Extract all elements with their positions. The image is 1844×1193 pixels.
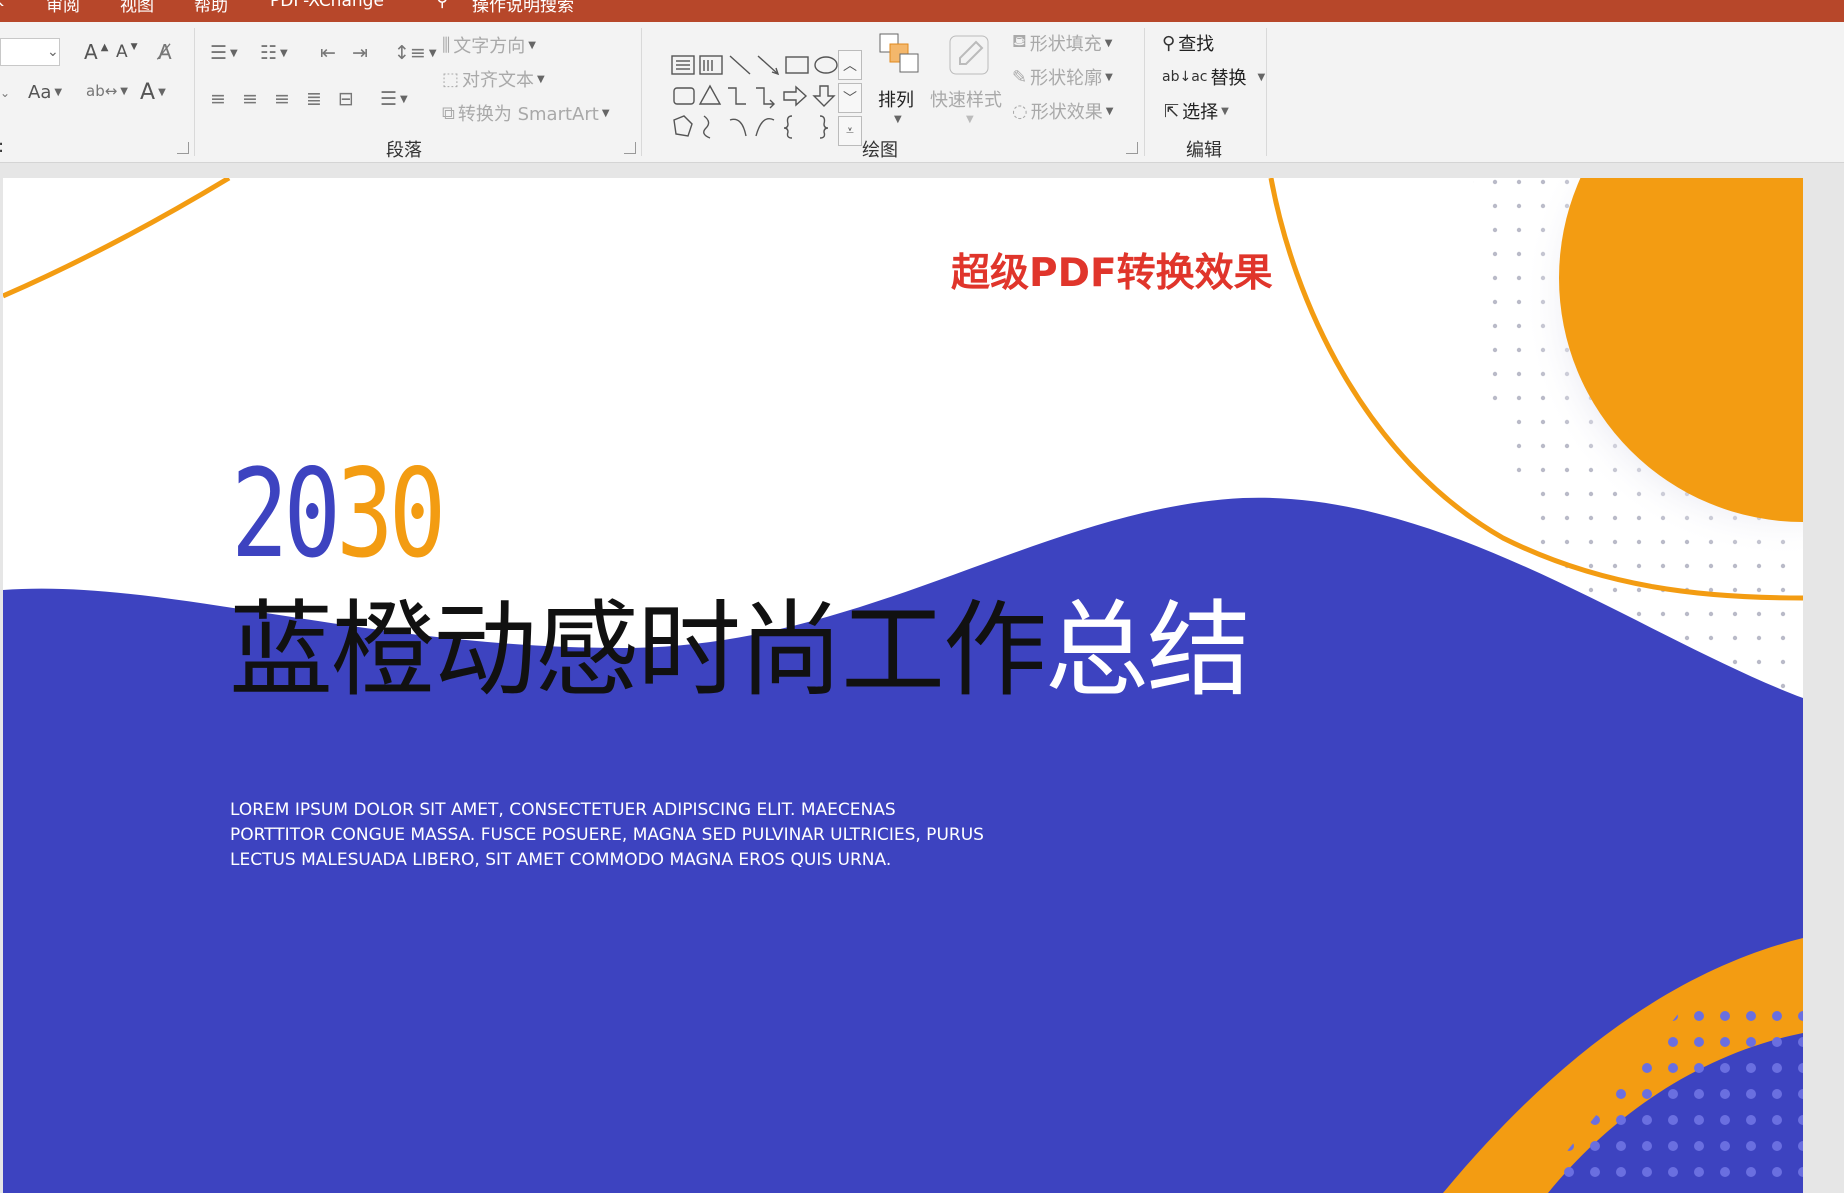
shapes-gallery[interactable] [657, 50, 863, 146]
text-direction-button[interactable]: ⫼ 文字方向 ▼ [442, 32, 536, 58]
shape-outline-button[interactable]: ✎ 形状轮廓 ▼ [1012, 64, 1113, 90]
align-right-icon: ≡ [274, 88, 290, 110]
year-part-blue: 20 [231, 443, 341, 585]
quick-styles-button[interactable]: 快速样式 ▼ [928, 30, 1008, 130]
menu-tab-partial[interactable]: k [0, 0, 4, 11]
align-center-button[interactable]: ≡ [242, 88, 258, 110]
align-text-icon: ⬚ [442, 68, 460, 90]
search-icon: ⚲ [1162, 32, 1176, 54]
chevron-up-icon: ︿ [843, 58, 857, 74]
chevron-down-icon[interactable]: ⌄ [47, 44, 59, 60]
shape-effects-icon: ◌ [1012, 100, 1028, 122]
replace-button[interactable]: ab↓ac 替换 ▼ [1162, 64, 1265, 90]
align-center-icon: ≡ [242, 88, 258, 110]
gallery-scroll-up-button[interactable]: ︿ [838, 50, 862, 80]
align-left-button[interactable]: ≡ [210, 88, 226, 110]
increase-indent-button[interactable]: ⇥ [352, 42, 368, 64]
font-group-label-partial: : [0, 136, 4, 157]
more-icon: ⩡ [846, 123, 854, 139]
group-separator [1266, 28, 1267, 156]
arrange-button[interactable]: 排列 ▼ [876, 30, 926, 130]
line-spacing-button[interactable]: ↕≡ ▼ [394, 42, 437, 64]
font-dialog-launcher[interactable] [177, 142, 189, 154]
columns-button[interactable]: ☰ ▼ [380, 88, 408, 110]
shapes-gallery-scroll: ︿ ﹀ ⩡ [838, 50, 862, 146]
font-size-combo[interactable]: ⌄ [0, 38, 60, 66]
menu-tab-view[interactable]: 视图 [120, 0, 154, 16]
line-spacing-icon: ↕≡ [394, 42, 426, 64]
decrease-indent-button[interactable]: ⇤ [320, 42, 336, 64]
drawing-dialog-launcher[interactable] [1126, 142, 1138, 154]
paragraph-group-label: 段落 [386, 140, 422, 161]
align-text-button[interactable]: ⬚ 对齐文本 ▼ [442, 66, 545, 92]
shape-fill-button[interactable]: ⛾ 形状填充 ▼ [1012, 30, 1112, 56]
group-separator [194, 28, 195, 156]
arrange-icon [879, 33, 919, 73]
font-color-button[interactable]: A ▼ [140, 80, 166, 105]
headline: 蓝橙动感时尚工作总结 [229, 598, 1251, 702]
eraser-icon: A̸ [158, 40, 172, 64]
lightbulb-icon[interactable]: ⚲ [436, 0, 448, 11]
tell-me-search[interactable]: 操作说明搜索 [472, 0, 574, 16]
pencil-icon: ✎ [1012, 66, 1028, 88]
justify-button[interactable]: ≣ [306, 88, 322, 110]
menu-tab-pdf-xchange[interactable]: PDF-XChange [270, 0, 384, 11]
editing-group-label: 编辑 [1186, 140, 1222, 161]
headline-dark-part: 蓝橙动感时尚工作 [229, 589, 1047, 711]
shape-effects-button[interactable]: ◌ 形状效果 ▼ [1012, 98, 1113, 124]
watermark-text: 超级PDF转换效果 [951, 251, 1273, 296]
year-title: 2030 [231, 453, 446, 575]
case-dropdown-partial[interactable]: ⌄ [0, 86, 10, 100]
replace-icon: ab↓ac [1162, 69, 1208, 85]
group-separator [1144, 28, 1145, 156]
headline-white-part: 总结 [1045, 589, 1251, 711]
character-spacing-button[interactable]: ab↔ ▼ [86, 82, 128, 100]
shrink-font-button[interactable]: A ▼ [116, 42, 138, 62]
align-right-button[interactable]: ≡ [274, 88, 290, 110]
paint-bucket-icon: ⛾ [1012, 31, 1027, 52]
decrease-indent-icon: ⇤ [320, 42, 336, 64]
menu-tab-help[interactable]: 帮助 [194, 0, 228, 16]
title-bar: k 审阅 视图 帮助 PDF-XChange ⚲ 操作说明搜索 [0, 0, 1844, 22]
clear-format-button[interactable]: A̸ [158, 40, 172, 64]
year-part-orange: 30 [336, 443, 446, 585]
smartart-icon: ⧉ [442, 102, 455, 124]
columns-icon: ☰ [380, 88, 398, 110]
text-direction-icon: ⫼ [442, 34, 451, 56]
orange-arc-top-left [3, 178, 231, 299]
slide-canvas[interactable]: 超级PDF转换效果 2030 蓝橙动感时尚工作总结 LOREM IPSUM DO… [3, 178, 1803, 1193]
justify-icon: ≣ [306, 88, 322, 110]
menu-tab-review[interactable]: 审阅 [46, 0, 80, 16]
convert-smartart-button[interactable]: ⧉ 转换为 SmartArt ▼ [442, 100, 610, 126]
chevron-down-icon: ﹀ [843, 91, 857, 107]
numbering-button[interactable]: ☷ ▼ [260, 42, 288, 64]
numbering-icon: ☷ [260, 42, 278, 64]
character-spacing-icon: ab↔ [86, 82, 118, 100]
paragraph-dialog-launcher[interactable] [624, 142, 636, 154]
distributed-icon: ⊟ [338, 88, 354, 110]
find-button[interactable]: ⚲ 查找 [1162, 30, 1214, 56]
body-text: LOREM IPSUM DOLOR SIT AMET, CONSECTETUER… [230, 800, 984, 870]
quick-styles-icon [949, 35, 989, 75]
select-button[interactable]: ⇱ 选择 ▼ [1164, 98, 1229, 124]
drawing-group-label: 绘图 [862, 140, 898, 161]
cursor-icon: ⇱ [1164, 100, 1180, 122]
group-separator [641, 28, 642, 156]
bullets-icon: ☰ [210, 42, 228, 64]
distributed-button[interactable]: ⊟ [338, 88, 354, 110]
align-left-icon: ≡ [210, 88, 226, 110]
grow-font-button[interactable]: A ▲ [84, 40, 108, 64]
gallery-scroll-down-button[interactable]: ﹀ [838, 83, 862, 113]
gallery-more-button[interactable]: ⩡ [838, 116, 862, 146]
ribbon: ⌄ A▲ A▼ A̸ ⌄ Aa▼ ab↔▼ A▼ : ☰▼ ☷▼ ⇤ ⇥ ↕≡▼… [0, 22, 1844, 163]
increase-indent-icon: ⇥ [352, 42, 368, 64]
change-case-button[interactable]: Aa ▼ [28, 82, 62, 103]
bullets-button[interactable]: ☰ ▼ [210, 42, 238, 64]
